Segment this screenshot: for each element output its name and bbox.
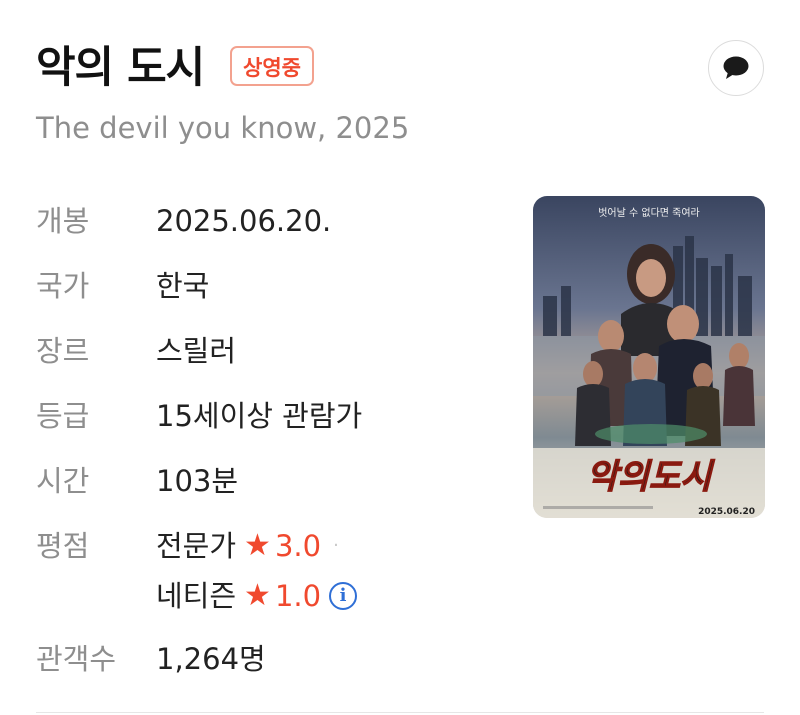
critic-score: 3.0	[274, 529, 322, 563]
section-divider	[36, 712, 764, 713]
info-row-runtime: 시간 103분	[36, 456, 496, 506]
info-label: 시간	[36, 464, 90, 498]
info-label: 장르	[36, 334, 90, 368]
netizen-rating: 네티즌 ★ 1.0 i	[156, 571, 358, 621]
netizen-score: 1.0	[274, 579, 322, 613]
info-value: 1,264명	[156, 642, 266, 676]
movie-title: 악의 도시	[36, 43, 205, 93]
info-value: 2025.06.20.	[156, 204, 332, 238]
poster-tagline: 벗어날 수 없다면 죽여라	[598, 206, 700, 219]
rating-values: 전문가 ★ 3.0 · 네티즌 ★ 1.0 i	[156, 521, 358, 621]
critic-rating: 전문가 ★ 3.0 ·	[156, 521, 357, 571]
info-value: 103분	[156, 464, 239, 498]
movie-header: 악의 도시 상영중	[36, 38, 764, 98]
info-row-genre: 장르 스릴러	[36, 326, 496, 376]
critic-label: 전문가	[156, 529, 237, 563]
info-row-release: 개봉 2025.06.20.	[36, 196, 496, 246]
info-row-grade: 등급 15세이상 관람가	[36, 391, 496, 441]
poster-image: 벗어날 수 없다면 죽여라 악의도시 2025.06.20	[533, 196, 765, 518]
speech-bubble-icon	[723, 56, 749, 79]
info-label: 국가	[36, 269, 90, 303]
separator-dot: ·	[333, 535, 339, 556]
status-badge: 상영중	[230, 46, 314, 86]
star-icon: ★	[244, 578, 271, 613]
netizen-label: 네티즌	[156, 579, 237, 613]
info-label: 개봉	[36, 204, 90, 238]
info-row-audience: 관객수 1,264명	[36, 634, 496, 684]
poster-date: 2025.06.20	[698, 507, 755, 517]
info-value: 한국	[156, 269, 210, 303]
info-icon[interactable]: i	[329, 582, 358, 610]
info-label: 등급	[36, 399, 90, 433]
poster-title: 악의도시	[586, 457, 715, 497]
info-row-rating: 평점 전문가 ★ 3.0 · 네티즌 ★ 1.0 i	[36, 521, 496, 625]
info-value: 스릴러	[156, 334, 237, 368]
comment-button[interactable]	[708, 40, 764, 96]
info-value: 15세이상 관람가	[156, 399, 363, 433]
info-row-country: 국가 한국	[36, 261, 496, 311]
movie-subtitle: The devil you know, 2025	[36, 111, 410, 145]
star-icon: ★	[244, 528, 271, 563]
movie-poster[interactable]: 벗어날 수 없다면 죽여라 악의도시 2025.06.20	[533, 196, 765, 518]
info-label: 평점	[36, 529, 90, 563]
info-label: 관객수	[36, 642, 117, 676]
